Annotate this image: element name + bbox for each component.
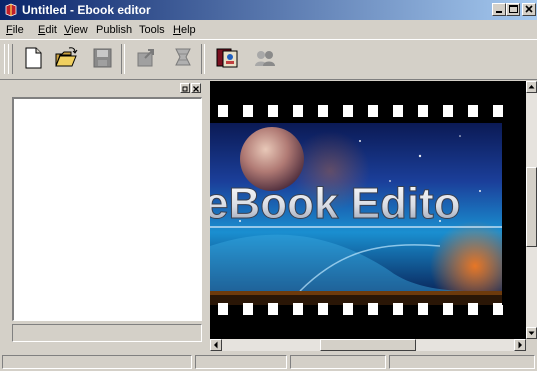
app-icon[interactable]: [4, 3, 18, 17]
status-panel: [2, 355, 192, 369]
title-bar[interactable]: Untitled - Ebook editor: [0, 0, 537, 20]
pane-header: [4, 81, 204, 95]
status-bar: [0, 353, 537, 371]
menu-help[interactable]: Help: [173, 24, 196, 36]
toolbar: [0, 39, 537, 80]
arrow-right-icon: [518, 341, 522, 349]
menu-edit[interactable]: Edit: [38, 24, 57, 36]
scroll-up-button[interactable]: [526, 81, 537, 93]
scroll-right-button[interactable]: [514, 339, 526, 351]
close-icon: [193, 86, 199, 92]
ebook-cover-image: eBook Edito: [210, 81, 526, 339]
preview-book-icon[interactable]: [214, 45, 240, 71]
users-icon[interactable]: [252, 45, 278, 71]
arrow-up-icon: [528, 85, 535, 89]
toolbar-separator: [121, 44, 125, 74]
menu-publish[interactable]: Publish: [96, 24, 132, 36]
menu-view[interactable]: View: [64, 24, 88, 36]
preview-area[interactable]: eBook Edito: [210, 81, 526, 339]
horizontal-scrollbar[interactable]: [210, 339, 526, 351]
new-document-icon[interactable]: [20, 45, 46, 71]
toolbar-separator: [201, 44, 205, 74]
pane-footer: [12, 324, 202, 342]
export-icon[interactable]: [133, 45, 159, 71]
project-pane: [4, 81, 204, 347]
status-panel: [290, 355, 386, 369]
vertical-scroll-thumb[interactable]: [526, 167, 537, 247]
status-panel: [389, 355, 535, 369]
maximize-icon: [509, 5, 518, 13]
open-folder-icon[interactable]: [53, 45, 79, 71]
pane-restore-button[interactable]: [180, 83, 190, 93]
menu-file[interactable]: File: [6, 24, 24, 36]
cover-title-text: eBook Edito: [210, 179, 461, 228]
horizontal-scroll-thumb[interactable]: [320, 339, 416, 351]
scroll-corner: [526, 339, 537, 351]
scroll-left-button[interactable]: [210, 339, 222, 351]
project-tree[interactable]: [12, 97, 202, 321]
minimize-button[interactable]: [492, 3, 506, 16]
menu-bar: File Edit View Publish Tools Help: [0, 21, 537, 39]
close-button[interactable]: [522, 3, 536, 16]
minimize-icon: [496, 11, 502, 13]
maximize-button[interactable]: [506, 3, 520, 16]
arrow-down-icon: [528, 331, 535, 335]
status-panel: [195, 355, 287, 369]
save-disk-icon[interactable]: [89, 45, 115, 71]
pane-close-button[interactable]: [191, 83, 201, 93]
upload-icon[interactable]: [170, 45, 196, 71]
close-icon: [525, 5, 533, 13]
menu-tools[interactable]: Tools: [139, 24, 165, 36]
window-title: Untitled - Ebook editor: [22, 3, 151, 17]
arrow-left-icon: [214, 341, 218, 349]
vertical-scrollbar[interactable]: [526, 81, 537, 339]
restore-icon: [182, 86, 188, 92]
scroll-down-button[interactable]: [526, 327, 537, 339]
toolbar-grip[interactable]: [8, 44, 13, 74]
